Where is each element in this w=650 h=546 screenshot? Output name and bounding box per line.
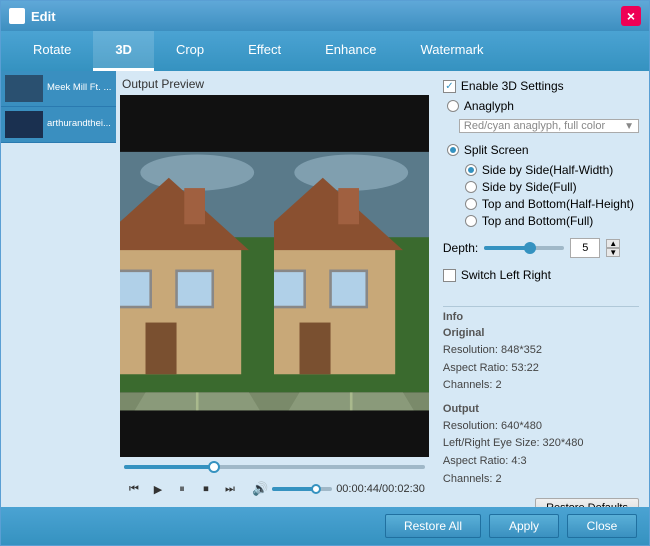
tab-effect[interactable]: Effect — [226, 31, 303, 71]
option-side-half-radio[interactable] — [465, 164, 477, 176]
tabs-bar: Rotate 3D Crop Effect Enhance Watermark — [1, 31, 649, 71]
split-screen-row[interactable]: Split Screen — [443, 143, 639, 157]
option-side-half-label: Side by Side(Half-Width) — [482, 163, 613, 177]
anaglyph-label: Anaglyph — [464, 99, 514, 113]
option-side-full-label: Side by Side(Full) — [482, 180, 577, 194]
stop-button[interactable]: ⏹ — [196, 479, 216, 499]
depth-track[interactable] — [484, 246, 564, 250]
option-side-half-row[interactable]: Side by Side(Half-Width) — [461, 163, 639, 177]
tab-enhance[interactable]: Enhance — [303, 31, 398, 71]
progress-bar-container[interactable] — [120, 459, 429, 475]
info-section: Info Original Resolution: 848*352 Aspect… — [443, 302, 639, 488]
output-channels: Channels: 2 — [443, 471, 639, 489]
depth-input[interactable]: 5 — [570, 238, 600, 258]
video-canvas — [120, 95, 429, 457]
skip-forward-button[interactable]: ⏭ — [220, 479, 240, 499]
depth-fill — [484, 246, 528, 250]
skip-back-button[interactable]: ⏮ — [124, 479, 144, 499]
option-top-half-row[interactable]: Top and Bottom(Half-Height) — [461, 197, 639, 211]
depth-label: Depth: — [443, 241, 478, 255]
anaglyph-row[interactable]: Anaglyph — [443, 99, 639, 113]
depth-spinners: ▲ ▼ — [606, 239, 620, 257]
original-title: Original — [443, 327, 639, 339]
scene-left — [120, 95, 274, 457]
split-screen-radio[interactable] — [447, 144, 459, 156]
option-top-full-radio[interactable] — [465, 215, 477, 227]
preview-area: Output Preview — [116, 71, 433, 507]
volume-fill — [272, 487, 314, 491]
sidebar-thumb-0 — [5, 75, 43, 102]
progress-track[interactable] — [124, 465, 425, 469]
close-button[interactable]: × — [621, 6, 641, 26]
close-bottom-button[interactable]: Close — [567, 514, 637, 538]
option-side-full-row[interactable]: Side by Side(Full) — [461, 180, 639, 194]
sidebar-title-0: Meek Mill Ft. ... — [47, 82, 111, 94]
dropdown-arrow-icon: ▼ — [624, 121, 634, 132]
switch-lr-row[interactable]: Switch Left Right — [443, 268, 639, 282]
progress-fill — [124, 465, 214, 469]
tab-crop[interactable]: Crop — [154, 31, 226, 71]
output-aspect: Aspect Ratio: 4:3 — [443, 453, 639, 471]
depth-up-button[interactable]: ▲ — [606, 239, 620, 248]
tab-watermark[interactable]: Watermark — [398, 31, 505, 71]
restore-defaults-button[interactable]: Restore Defaults — [535, 498, 639, 507]
app-icon — [9, 8, 25, 24]
option-top-full-row[interactable]: Top and Bottom(Full) — [461, 214, 639, 228]
anaglyph-dropdown-value: Red/cyan anaglyph, full color — [464, 120, 605, 132]
tab-3d[interactable]: 3D — [93, 31, 154, 71]
edit-window: Edit × Rotate 3D Crop Effect Enhance Wat… — [0, 0, 650, 546]
anaglyph-radio[interactable] — [447, 100, 459, 112]
restore-all-button[interactable]: Restore All — [385, 514, 481, 538]
option-top-half-label: Top and Bottom(Half-Height) — [482, 197, 634, 211]
tab-rotate[interactable]: Rotate — [11, 31, 93, 71]
depth-down-button[interactable]: ▼ — [606, 248, 620, 257]
apply-button[interactable]: Apply — [489, 514, 559, 538]
volume-track[interactable] — [272, 487, 332, 491]
main-body: Meek Mill Ft. ... arthurandthei... Outpu… — [1, 71, 649, 507]
volume-icon[interactable]: 🔊 — [252, 481, 268, 497]
depth-row: Depth: 5 ▲ ▼ — [443, 238, 639, 258]
option-side-full-radio[interactable] — [465, 181, 477, 193]
controls-row: ⏮ ▶ ⏸ ⏹ ⏭ 🔊 00:00:44/00:02:30 — [120, 475, 429, 503]
sidebar-item-1[interactable]: arthurandthei... — [1, 107, 116, 143]
progress-thumb[interactable] — [208, 461, 220, 473]
enable-3d-row[interactable]: Enable 3D Settings — [443, 79, 639, 93]
settings-panel: Enable 3D Settings Anaglyph Red/cyan ana… — [433, 71, 649, 507]
time-display: 00:00:44/00:02:30 — [336, 483, 425, 495]
volume-thumb[interactable] — [311, 484, 321, 494]
info-divider — [443, 306, 639, 307]
scene-wrapper — [120, 95, 429, 457]
window-title: Edit — [31, 9, 621, 24]
switch-lr-checkbox[interactable] — [443, 269, 456, 282]
sidebar-item-0[interactable]: Meek Mill Ft. ... — [1, 71, 116, 107]
play-button[interactable]: ▶ — [148, 479, 168, 499]
split-screen-label: Split Screen — [464, 143, 529, 157]
info-title: Info — [443, 311, 639, 323]
output-lr-size: Left/Right Eye Size: 320*480 — [443, 435, 639, 453]
restore-defaults-row: Restore Defaults — [443, 498, 639, 507]
anaglyph-dropdown[interactable]: Red/cyan anaglyph, full color ▼ — [459, 119, 639, 133]
enable-3d-label: Enable 3D Settings — [461, 79, 564, 93]
enable-3d-checkbox[interactable] — [443, 80, 456, 93]
original-aspect: Aspect Ratio: 53:22 — [443, 360, 639, 378]
pause-button[interactable]: ⏸ — [172, 479, 192, 499]
sidebar-thumb-1 — [5, 111, 43, 138]
output-resolution: Resolution: 640*480 — [443, 418, 639, 436]
bottom-bar: Restore All Apply Close — [1, 507, 649, 545]
sidebar-title-1: arthurandthei... — [47, 118, 111, 130]
split-options: Side by Side(Half-Width) Side by Side(Fu… — [461, 163, 639, 228]
output-title-label: Output — [443, 403, 639, 415]
depth-thumb[interactable] — [524, 242, 536, 254]
sidebar: Meek Mill Ft. ... arthurandthei... — [1, 71, 116, 507]
preview-label: Output Preview — [120, 77, 429, 91]
output-title: Output — [443, 403, 639, 415]
option-top-half-radio[interactable] — [465, 198, 477, 210]
option-top-full-label: Top and Bottom(Full) — [482, 214, 593, 228]
switch-lr-label: Switch Left Right — [461, 268, 551, 282]
title-bar: Edit × — [1, 1, 649, 31]
original-resolution: Resolution: 848*352 — [443, 342, 639, 360]
scene-right — [274, 95, 428, 457]
original-channels: Channels: 2 — [443, 377, 639, 395]
